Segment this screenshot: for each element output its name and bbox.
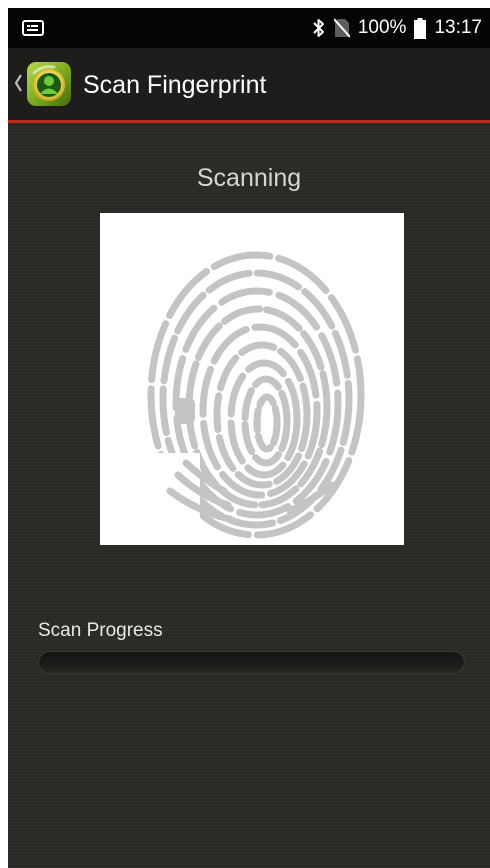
chevron-left-icon[interactable]: [12, 72, 24, 94]
action-bar: Scan Fingerprint: [8, 48, 490, 123]
scan-progress-bar: [38, 651, 465, 674]
page-title: Scan Fingerprint: [83, 71, 267, 99]
progress-label: Scan Progress: [38, 620, 163, 641]
status-time: 13:17: [434, 17, 482, 38]
screen: 100% 13:17 Scan Fingerprint Scanning Sca…: [8, 8, 490, 868]
battery-icon: [414, 17, 427, 39]
status-bar: 100% 13:17: [8, 8, 490, 48]
no-sim-icon: [333, 18, 350, 38]
scan-status-text: Scanning: [196, 164, 302, 192]
fingerprint-icon: [140, 251, 404, 545]
battery-percent: 100%: [357, 17, 407, 38]
app-logo-icon[interactable]: [26, 61, 72, 107]
bluetooth-icon: [313, 19, 324, 37]
fingerprint-image: [100, 213, 404, 545]
notification-icon: [22, 20, 44, 36]
